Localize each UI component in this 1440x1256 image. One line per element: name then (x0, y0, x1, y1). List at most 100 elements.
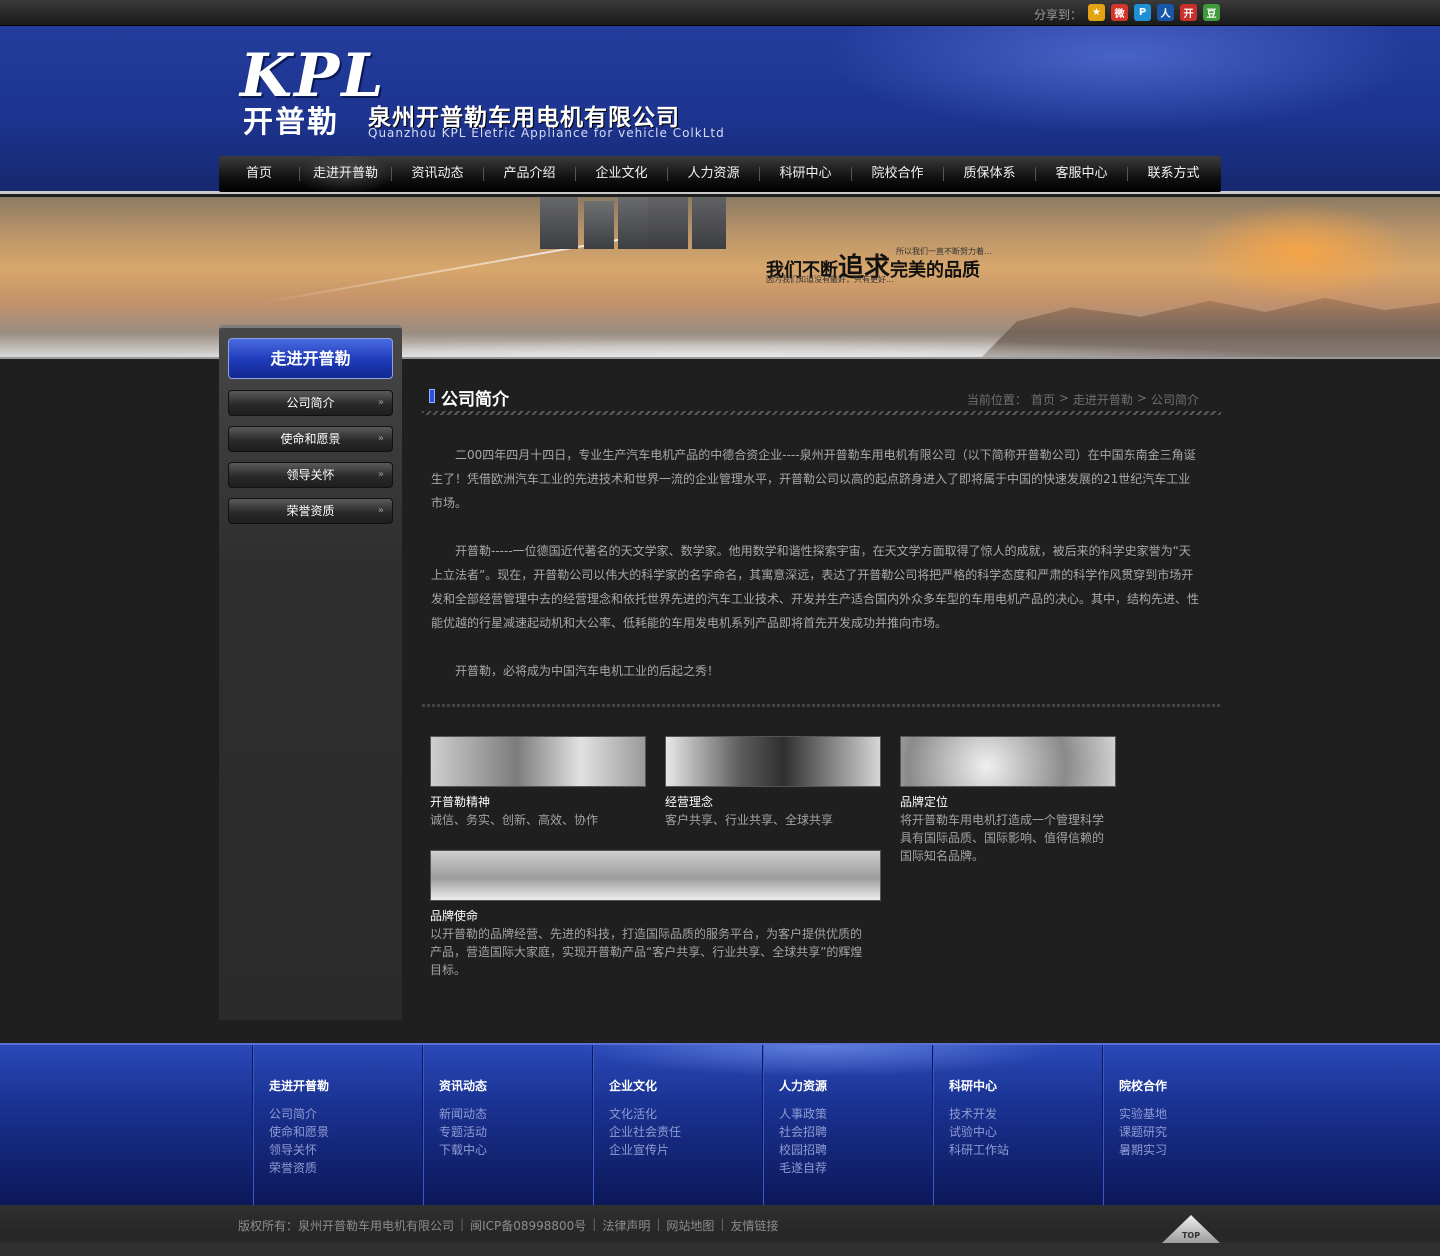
chevron-right-icon: » (377, 505, 384, 516)
footer-link[interactable]: 公司简介 (269, 1105, 329, 1123)
footer-link[interactable]: 企业社会责任 (609, 1123, 681, 1141)
title-marker-icon (429, 389, 435, 403)
chevron-right-icon: » (377, 469, 384, 480)
friend-links-link[interactable]: 友情链接 (730, 1217, 778, 1234)
nav-item-7[interactable]: 院校合作 (852, 156, 943, 192)
footer-link[interactable]: 科研工作站 (949, 1141, 1009, 1159)
weibo-icon[interactable]: 微 (1111, 4, 1128, 21)
footer-links: 技术开发 试验中心 科研工作站 (949, 1105, 1009, 1159)
banner-contrail (255, 235, 641, 305)
tencent-weibo-icon[interactable]: P (1134, 4, 1151, 21)
rope-knot-image (430, 736, 646, 787)
douban-icon[interactable]: 豆 (1203, 4, 1220, 21)
main-header: 公司简介 当前位置： 首页 > 走进开普勒 > 公司简介 (422, 385, 1221, 415)
footer-column-title[interactable]: 资讯动态 (439, 1077, 487, 1094)
sidebar-item-0[interactable]: 公司简介 » (228, 390, 393, 416)
page-title: 公司简介 (441, 390, 509, 410)
footer-column-3: 人力资源人事政策 社会招聘 校园招聘 毛遂自荐 (762, 1045, 932, 1205)
nav-item-5[interactable]: 人力资源 (668, 156, 759, 192)
footer-link[interactable]: 下载中心 (439, 1141, 487, 1159)
breadcrumb-item-1[interactable]: 走进开普勒 (1073, 391, 1133, 408)
card-text: 将开普勒车用电机打造成一个管理科学具有国际品质、国际影响、值得信赖的国际知名品牌… (900, 813, 1105, 863)
footer-link[interactable]: 领导关怀 (269, 1141, 329, 1159)
back-to-top-button[interactable]: TOP (1162, 1215, 1220, 1243)
footer-link[interactable]: 荣誉资质 (269, 1159, 329, 1177)
nav-item-1[interactable]: 走进开普勒 (300, 156, 391, 192)
footer-link[interactable]: 专题活动 (439, 1123, 487, 1141)
logo-kpl[interactable]: KPL (240, 46, 385, 106)
card-text: 诚信、务实、创新、高效、协作 (430, 813, 599, 827)
intro-paragraph: 开普勒，必将成为中国汽车电机工业的后起之秀！ (455, 664, 720, 678)
qzone-icon[interactable]: ★ (1088, 4, 1105, 21)
sidebar-item-2[interactable]: 领导关怀 » (228, 462, 393, 488)
copyright-text: 版权所有：泉州开普勒车用电机有限公司 (238, 1219, 455, 1233)
footer-column-title[interactable]: 科研中心 (949, 1077, 997, 1094)
logo-cn: 开普勒 (243, 105, 339, 140)
footer-link[interactable]: 课题研究 (1119, 1123, 1167, 1141)
nav-item-2[interactable]: 资讯动态 (392, 156, 483, 192)
banner: ✈ 我们不断追求完美的品质 所以我们一直不断努力着... 因为我们知道没有最好，… (0, 197, 1440, 359)
footer-link[interactable]: 毛遂自荐 (779, 1159, 827, 1177)
joined-hands-image (665, 736, 881, 787)
value-card-0: 开普勒精神诚信、务实、创新、高效、协作 (430, 736, 646, 829)
breadcrumb-item-0[interactable]: 首页 (1031, 391, 1055, 408)
footer-link[interactable]: 使命和愿景 (269, 1123, 329, 1141)
separator: | (656, 1217, 661, 1231)
footer-link[interactable]: 试验中心 (949, 1123, 1009, 1141)
card-title: 品牌定位 (900, 795, 949, 809)
sidebar-item-3[interactable]: 荣誉资质 » (228, 498, 393, 524)
footer-column-title[interactable]: 人力资源 (779, 1077, 827, 1094)
footer-column-title[interactable]: 企业文化 (609, 1077, 657, 1094)
banner-sunburst (1160, 197, 1440, 307)
sidebar-item-label: 使命和愿景 (280, 432, 341, 446)
footer-column-title[interactable]: 走进开普勒 (269, 1077, 329, 1094)
breadcrumb-item-2[interactable]: 公司简介 (1151, 391, 1199, 408)
chevron-right-icon: » (377, 397, 384, 408)
header: KPL 开普勒 泉州开普勒车用电机有限公司 Quanzhou KPL Eletr… (0, 26, 1440, 194)
legal-link[interactable]: 法律声明 (602, 1217, 650, 1234)
footer-link[interactable]: 文化活化 (609, 1105, 681, 1123)
footer-links: 公司简介 使命和愿景 领导关怀 荣誉资质 (269, 1105, 329, 1177)
sidebar-item-label: 公司简介 (286, 396, 335, 410)
kaixin-icon[interactable]: 开 (1180, 4, 1197, 21)
banner-subtext-2: 因为我们知道没有最好，只有更好... (766, 275, 894, 284)
footer-links: 文化活化 企业社会责任 企业宣传片 (609, 1105, 681, 1159)
company-name-en: Quanzhou KPL Eletric Appliance for vehic… (368, 126, 725, 140)
banner-subtext-1: 所以我们一直不断努力着... (896, 247, 992, 256)
sidebar-item-1[interactable]: 使命和愿景 » (228, 426, 393, 452)
card-text: 客户共享、行业共享、全球共享 (665, 813, 834, 827)
nav-item-0[interactable]: 首页 (219, 156, 299, 192)
icp-number[interactable]: 闽ICP备08998800号 (470, 1217, 586, 1234)
sidebar-title: 走进开普勒 (228, 338, 393, 379)
footer-link[interactable]: 人事政策 (779, 1105, 827, 1123)
separator: | (460, 1217, 465, 1231)
footer-column-title[interactable]: 院校合作 (1119, 1077, 1167, 1094)
nav-item-4[interactable]: 企业文化 (576, 156, 667, 192)
footer-link[interactable]: 实验基地 (1119, 1105, 1167, 1123)
nav-item-3[interactable]: 产品介绍 (484, 156, 575, 192)
sitemap-link[interactable]: 网站地图 (666, 1217, 714, 1234)
nav-item-10[interactable]: 联系方式 (1128, 156, 1219, 192)
chevron-right-icon: » (377, 433, 384, 444)
footer-link[interactable]: 技术开发 (949, 1105, 1009, 1123)
footer-link[interactable]: 企业宣传片 (609, 1141, 681, 1159)
card-title: 经营理念 (665, 795, 714, 809)
nav-item-9[interactable]: 客服中心 (1036, 156, 1127, 192)
breadcrumb: 当前位置： 首页 > 走进开普勒 > 公司简介 (967, 391, 1199, 408)
card-title: 开普勒精神 (430, 795, 491, 809)
main-nav: 首页 走进开普勒 资讯动态 产品介绍 企业文化 人力资源 科研中心 院校合作 质保体系 客服中心联… (219, 156, 1221, 192)
nav-item-6[interactable]: 科研中心 (760, 156, 851, 192)
intro-paragraph: 二00四年四月十四日，专业生产汽车电机产品的中德合资企业----泉州开普勒车用电… (431, 448, 1196, 510)
breadcrumb-label: 当前位置： (966, 393, 1027, 407)
intro-text: 二00四年四月十四日，专业生产汽车电机产品的中德合资企业----泉州开普勒车用电… (431, 443, 1201, 707)
value-card-2: 品牌定位将开普勒车用电机打造成一个管理科学具有国际品质、国际影响、值得信赖的国际… (900, 736, 1116, 865)
renren-icon[interactable]: 人 (1157, 4, 1174, 21)
nav-item-8[interactable]: 质保体系 (944, 156, 1035, 192)
footer-column-2: 企业文化文化活化 企业社会责任 企业宣传片 (592, 1045, 762, 1205)
banner-clouds (0, 307, 1440, 357)
footer-link[interactable]: 暑期实习 (1119, 1141, 1167, 1159)
flying-geese-image (430, 850, 881, 901)
footer-link[interactable]: 社会招聘 (779, 1123, 827, 1141)
footer-link[interactable]: 校园招聘 (779, 1141, 827, 1159)
footer-link[interactable]: 新闻动态 (439, 1105, 487, 1123)
